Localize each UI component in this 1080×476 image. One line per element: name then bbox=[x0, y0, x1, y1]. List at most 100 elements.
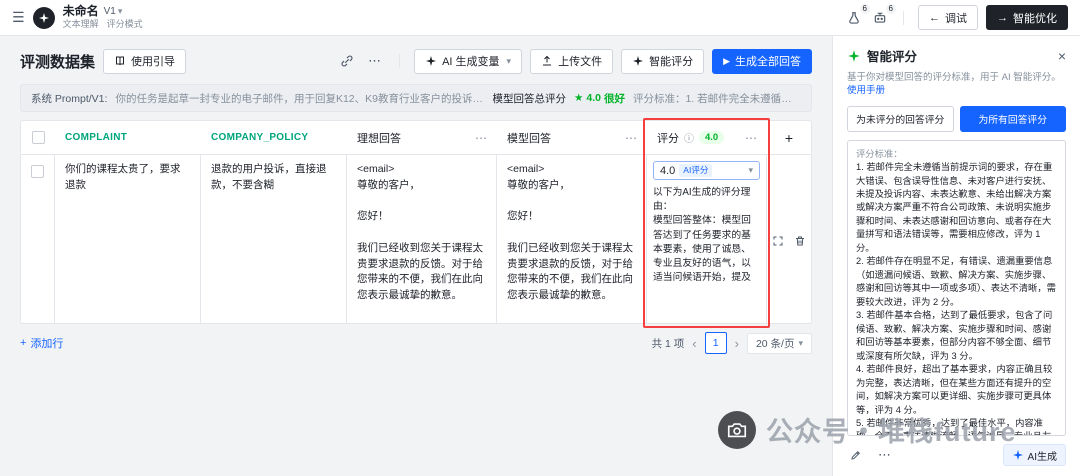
robot-icon[interactable]: 6 bbox=[871, 9, 889, 27]
add-column-button[interactable]: + bbox=[767, 121, 811, 154]
chevron-down-icon: ▾ bbox=[748, 165, 753, 176]
column-header-ideal: 理想回答 ⋯ bbox=[347, 121, 497, 154]
row-checkbox[interactable] bbox=[31, 165, 44, 178]
select-all-checkbox[interactable] bbox=[32, 131, 45, 144]
version-selector[interactable]: V1 ▾ bbox=[104, 6, 123, 17]
smart-score-button[interactable]: 智能评分 bbox=[621, 49, 704, 74]
counter-badge: 6 bbox=[860, 4, 870, 14]
close-icon[interactable]: × bbox=[1058, 48, 1066, 64]
criteria-preview: 评分标准：1. 若邮件完全未遵循当前提示词的要求，存在重大错... bbox=[633, 91, 801, 106]
trash-icon[interactable] bbox=[794, 165, 806, 316]
smart-score-label: 智能评分 bbox=[649, 53, 693, 69]
dataset-page: 评测数据集 使用引导 ⋯ AI 生成变量 ▾ 上传文件 智能评分 bbox=[0, 36, 832, 476]
app-logo[interactable] bbox=[33, 7, 55, 29]
ai-generate-label: AI生成 bbox=[1028, 448, 1057, 463]
evaluation-table: COMPLAINT COMPANY_POLICY 理想回答 ⋯ 模型回答 ⋯ 评… bbox=[20, 120, 812, 324]
score-unscored-button[interactable]: 为未评分的回答评分 bbox=[847, 106, 954, 132]
info-icon[interactable]: ⓘ bbox=[684, 130, 694, 145]
more-icon[interactable]: ⋯ bbox=[365, 50, 385, 72]
book-icon bbox=[114, 55, 126, 67]
panel-description: 基于你对模型回答的评分标准，用于 AI 智能评分。 使用手册 bbox=[847, 71, 1066, 98]
criteria-text: 1. 若邮件完全未遵循当前提示词的要求，存在重大错误、包含误导性信息、未对客户进… bbox=[856, 161, 1057, 436]
column-menu-icon[interactable]: ⋯ bbox=[745, 131, 757, 145]
expand-icon[interactable] bbox=[772, 165, 784, 316]
ai-score-tag: AI评分 bbox=[679, 164, 712, 177]
mode-subtitle: 文本理解 评分模式 bbox=[63, 20, 143, 30]
page-size-select[interactable]: 20 条/页 ▾ bbox=[747, 333, 812, 354]
score-average-badge: 4.0 bbox=[699, 131, 724, 144]
sparkle-icon bbox=[632, 55, 644, 67]
next-page-button[interactable]: › bbox=[735, 336, 739, 351]
manual-link[interactable]: 使用手册 bbox=[847, 85, 885, 96]
header-checkbox-cell bbox=[21, 121, 55, 154]
pagination: 共 1 项 ‹ 1 › 20 条/页 ▾ bbox=[652, 332, 812, 354]
total-score-value: ★ 4.0 很好 bbox=[574, 91, 625, 106]
sparkle-icon bbox=[1012, 449, 1024, 461]
upload-button[interactable]: 上传文件 bbox=[530, 49, 613, 74]
model-answer-cell[interactable]: <email> 尊敬的客户， 您好！ 我们已经收到您关于课程太贵要求退款的反馈，… bbox=[497, 155, 647, 323]
score-all-button[interactable]: 为所有回答评分 bbox=[960, 106, 1067, 132]
sparkle-icon bbox=[425, 55, 437, 67]
generate-all-button[interactable]: ▶ 生成全部回答 bbox=[712, 49, 812, 74]
policy-cell[interactable]: 退款的用户投诉，直接退款，不要含糊 bbox=[201, 155, 347, 323]
mode-right-label: 评分模式 bbox=[107, 20, 143, 30]
top-header: ☰ 未命名 V1 ▾ 文本理解 评分模式 6 6 ← 调试 → 智能优化 bbox=[0, 0, 1080, 36]
chevron-down-icon: ▾ bbox=[118, 7, 123, 17]
column-header-complaint: COMPLAINT bbox=[55, 121, 201, 154]
system-prompt-preview: 你的任务是起草一封专业的电子邮件，用于回复K12、K9教育行业客户的投诉并... bbox=[115, 91, 484, 106]
mode-left-label: 文本理解 bbox=[63, 20, 99, 30]
smart-score-panel: 智能评分 × 基于你对模型回答的评分标准，用于 AI 智能评分。 使用手册 为未… bbox=[832, 36, 1080, 476]
generate-all-label: 生成全部回答 bbox=[735, 53, 801, 69]
chevron-down-icon: ▾ bbox=[507, 56, 512, 67]
more-icon[interactable]: ⋯ bbox=[875, 444, 895, 466]
divider bbox=[399, 54, 400, 68]
column-header-policy: COMPANY_POLICY bbox=[201, 121, 347, 154]
column-menu-icon[interactable]: ⋯ bbox=[475, 131, 487, 145]
system-prompt-bar[interactable]: 系统 Prompt/V1: 你的任务是起草一封专业的电子邮件，用于回复K12、K… bbox=[20, 84, 812, 112]
document-title-block: 未命名 V1 ▾ 文本理解 评分模式 bbox=[63, 5, 143, 30]
upload-icon bbox=[541, 55, 553, 67]
chevron-down-icon: ▾ bbox=[798, 338, 803, 349]
star-icon: ★ bbox=[574, 92, 583, 104]
ai-generate-button[interactable]: AI生成 bbox=[1003, 444, 1066, 466]
link-icon[interactable] bbox=[337, 51, 357, 71]
complaint-cell[interactable]: 你们的课程太贵了，要求退款 bbox=[55, 155, 201, 323]
score-cell: 4.0 AI评分 ▾ 以下为AI生成的评分理由： 模型回答整体：模型回答达到了任… bbox=[647, 155, 767, 323]
add-row-button[interactable]: + 添加行 bbox=[20, 335, 63, 351]
optimize-button[interactable]: → 智能优化 bbox=[986, 5, 1068, 30]
add-row-label: 添加行 bbox=[30, 335, 63, 351]
ai-generate-vars-button[interactable]: AI 生成变量 ▾ bbox=[414, 49, 522, 74]
column-header-score: 评分 ⓘ 4.0 ⋯ bbox=[647, 121, 767, 154]
edit-icon[interactable] bbox=[847, 446, 865, 464]
total-items-label: 共 1 项 bbox=[652, 336, 685, 351]
version-label: V1 bbox=[104, 6, 116, 17]
divider bbox=[903, 11, 904, 25]
row-checkbox-cell bbox=[21, 155, 55, 323]
criteria-label: 评分标准： bbox=[856, 148, 1057, 161]
play-icon: ▶ bbox=[723, 56, 730, 67]
current-page-button[interactable]: 1 bbox=[705, 332, 727, 354]
score-value: 4.0 bbox=[660, 165, 675, 177]
optimize-label: 智能优化 bbox=[1013, 10, 1057, 26]
page-size-label: 20 条/页 bbox=[756, 336, 795, 351]
prev-page-button[interactable]: ‹ bbox=[692, 336, 696, 351]
score-select[interactable]: 4.0 AI评分 ▾ bbox=[653, 161, 760, 180]
debug-button[interactable]: ← 调试 bbox=[918, 5, 978, 30]
ideal-answer-cell[interactable]: <email> 尊敬的客户， 您好！ 我们已经收到您关于课程太贵要求退款的反馈。… bbox=[347, 155, 497, 323]
row-actions-cell bbox=[767, 155, 811, 323]
sparkle-icon bbox=[847, 49, 861, 63]
plus-icon: + bbox=[20, 337, 26, 349]
menu-icon[interactable]: ☰ bbox=[12, 9, 25, 26]
flask-icon[interactable]: 6 bbox=[845, 9, 863, 27]
arrow-left-icon: ← bbox=[929, 12, 940, 24]
column-header-model: 模型回答 ⋯ bbox=[497, 121, 647, 154]
document-title: 未命名 bbox=[63, 5, 99, 18]
criteria-textarea[interactable]: 评分标准： 1. 若邮件完全未遵循当前提示词的要求，存在重大错误、包含误导性信息… bbox=[847, 140, 1066, 436]
panel-title: 智能评分 bbox=[867, 46, 917, 65]
column-menu-icon[interactable]: ⋯ bbox=[625, 131, 637, 145]
guide-button[interactable]: 使用引导 bbox=[103, 49, 186, 74]
upload-label: 上传文件 bbox=[558, 53, 602, 69]
table-header-row: COMPLAINT COMPANY_POLICY 理想回答 ⋯ 模型回答 ⋯ 评… bbox=[21, 121, 811, 155]
counter-badge: 6 bbox=[886, 4, 896, 14]
guide-label: 使用引导 bbox=[131, 53, 175, 69]
